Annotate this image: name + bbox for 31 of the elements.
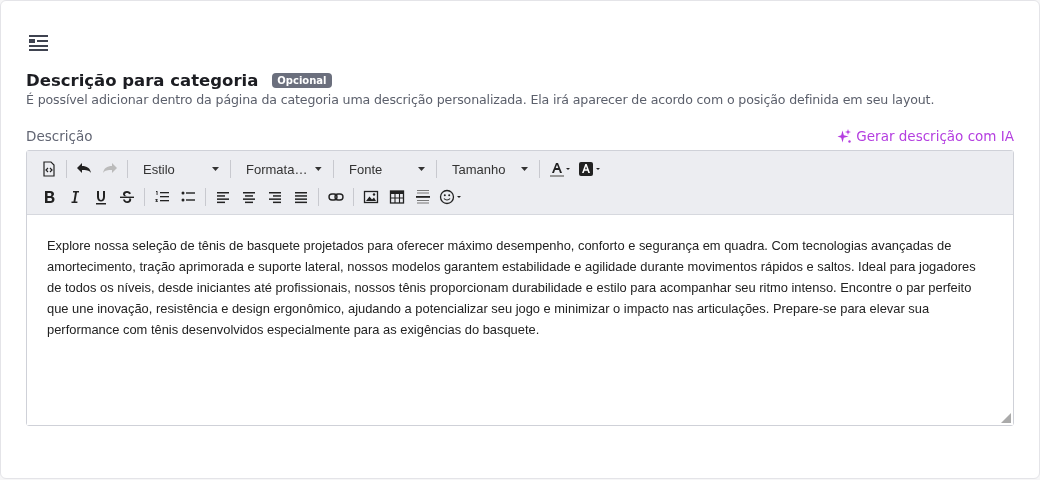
editor-content[interactable]: Explore nossa seleção de tênis de basquete projetados para oferecer máximo desempenho, conforto e segurança em quadra. Com tecnologias avançadas de amortecimento, tração aprimorada e suporte lateral, nossos modelos garantem estabilidade e agilidade durante movimentos rápidos e saltos. Ideal para jogadores de todos os níveis, desde iniciantes até profissionais, nossos tênis proporcionam durabilidade e estilo para acompanhar seu ritmo intenso. Encontre o par perfeito que une inovação, resistência e design ergonômico, ajudando a potencializar seu jogo e minimizar o impacto nas articulações. Prepare-se para elevar sua performance com tênis desenvolvidos especialmente para as exigências do basquete.: [47, 235, 993, 340]
section-description: É possível adicionar dentro da página da categoria uma descrição personalizada. Ela irá aparecer de acordo com o posição definida em seu layout.: [26, 92, 936, 107]
strikethrough-icon: [119, 189, 135, 205]
table-icon: [389, 189, 405, 205]
background-color-icon: [577, 161, 601, 177]
horizontal-rule-icon: [415, 189, 431, 205]
text-layout-icon: [29, 35, 48, 51]
smiley-icon: [439, 189, 463, 205]
dropdown-select[interactable]: Fonte: [339, 158, 431, 180]
justify-icon: [293, 189, 309, 205]
align-left-icon: [215, 189, 231, 205]
dropdown-select[interactable]: Tamanho: [442, 158, 534, 180]
underline-icon: [93, 189, 109, 205]
resize-handle[interactable]: [1001, 413, 1011, 423]
optional-badge: Opcional: [272, 73, 332, 88]
dropdown-select[interactable]: Formata…: [236, 158, 328, 180]
align-right-icon: [267, 189, 283, 205]
field-label: Descrição: [26, 128, 93, 144]
align-center-icon: [241, 189, 257, 205]
caret-icon: [418, 167, 425, 171]
generate-ai-link[interactable]: Gerar descrição com IA: [837, 128, 1014, 144]
caret-icon: [521, 167, 528, 171]
caret-icon: [212, 167, 219, 171]
text-color-icon: [547, 161, 571, 177]
dropdown-select[interactable]: Estilo: [133, 158, 225, 180]
caret-icon: [315, 167, 322, 171]
image-icon: [363, 189, 379, 205]
sparkle-icon: [837, 128, 853, 144]
section-title: Descrição para categoria: [26, 71, 259, 90]
numbered-list-icon: [154, 189, 170, 205]
source-code-icon: [41, 161, 57, 177]
